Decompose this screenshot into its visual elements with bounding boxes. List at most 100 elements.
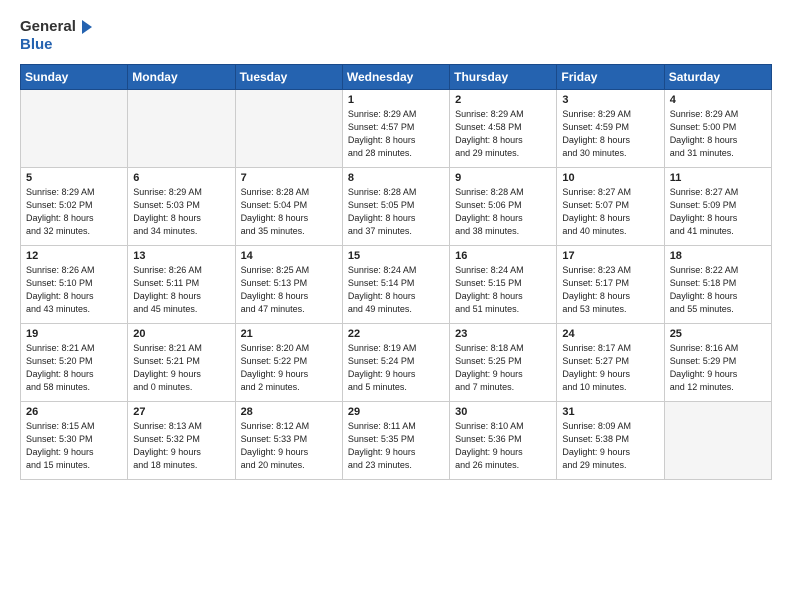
day-info: Sunrise: 8:22 AMSunset: 5:18 PMDaylight:… <box>670 264 766 316</box>
calendar-cell: 6Sunrise: 8:29 AMSunset: 5:03 PMDaylight… <box>128 167 235 245</box>
calendar-cell: 18 Sunrise: 8:22 AMSunset: 5:18 PMDayligh… <box>664 245 771 323</box>
day-number: 29 <box>348 406 444 418</box>
calendar-cell: 24 Sunrise: 8:17 AMSunset: 5:27 PMDayligh… <box>557 323 664 401</box>
day-number: 31 <box>562 406 658 418</box>
calendar-cell: 13 Sunrise: 8:26 AMSunset: 5:11 PMDayligh… <box>128 245 235 323</box>
day-number: 15 <box>348 250 444 262</box>
day-info: Sunrise: 8:13 AMSunset: 5:32 PMDaylight:… <box>133 420 229 472</box>
calendar-cell: 19 Sunrise: 8:21 AMSunset: 5:20 PMDayligh… <box>21 323 128 401</box>
calendar-cell: 16 Sunrise: 8:24 AMSunset: 5:15 PMDayligh… <box>450 245 557 323</box>
calendar-cell: 10 Sunrise: 8:27 AMSunset: 5:07 PMDayligh… <box>557 167 664 245</box>
calendar-cell: 20 Sunrise: 8:21 AMSunset: 5:21 PMDayligh… <box>128 323 235 401</box>
day-number: 16 <box>455 250 551 262</box>
weekday-header-row: SundayMondayTuesdayWednesdayThursdayFrid… <box>21 64 772 89</box>
day-info: Sunrise: 8:29 AMSunset: 4:57 PMDaylight:… <box>348 108 444 160</box>
day-number: 1 <box>348 94 444 106</box>
calendar-cell <box>235 89 342 167</box>
day-number: 19 <box>26 328 122 340</box>
day-number: 7 <box>241 172 337 184</box>
day-number: 18 <box>670 250 766 262</box>
calendar-cell: 31 Sunrise: 8:09 AMSunset: 5:38 PMDayligh… <box>557 401 664 479</box>
day-number: 17 <box>562 250 658 262</box>
day-number: 9 <box>455 172 551 184</box>
day-info: Sunrise: 8:29 AMSunset: 5:03 PMDaylight:… <box>133 186 229 238</box>
logo-blue-text: Blue <box>20 36 53 53</box>
logo-flag-icon <box>78 18 96 36</box>
day-number: 27 <box>133 406 229 418</box>
day-info: Sunrise: 8:28 AMSunset: 5:05 PMDaylight:… <box>348 186 444 238</box>
calendar-cell: 26 Sunrise: 8:15 AMSunset: 5:30 PMDayligh… <box>21 401 128 479</box>
calendar-cell: 4 Sunrise: 8:29 AMSunset: 5:00 PMDaylight… <box>664 89 771 167</box>
calendar-cell: 21 Sunrise: 8:20 AMSunset: 5:22 PMDayligh… <box>235 323 342 401</box>
day-number: 2 <box>455 94 551 106</box>
calendar-cell: 22Sunrise: 8:19 AMSunset: 5:24 PMDayligh… <box>342 323 449 401</box>
day-info: Sunrise: 8:23 AMSunset: 5:17 PMDaylight:… <box>562 264 658 316</box>
day-number: 26 <box>26 406 122 418</box>
day-info: Sunrise: 8:27 AMSunset: 5:07 PMDaylight:… <box>562 186 658 238</box>
day-info: Sunrise: 8:29 AMSunset: 4:58 PMDaylight:… <box>455 108 551 160</box>
calendar-cell: 12 Sunrise: 8:26 AMSunset: 5:10 PMDayligh… <box>21 245 128 323</box>
weekday-header-tuesday: Tuesday <box>235 64 342 89</box>
day-info: Sunrise: 8:26 AMSunset: 5:10 PMDaylight:… <box>26 264 122 316</box>
logo: General Blue <box>20 18 96 54</box>
day-info: Sunrise: 8:12 AMSunset: 5:33 PMDaylight:… <box>241 420 337 472</box>
day-info: Sunrise: 8:28 AMSunset: 5:06 PMDaylight:… <box>455 186 551 238</box>
header: General Blue <box>20 18 772 54</box>
day-info: Sunrise: 8:24 AMSunset: 5:14 PMDaylight:… <box>348 264 444 316</box>
day-info: Sunrise: 8:09 AMSunset: 5:38 PMDaylight:… <box>562 420 658 472</box>
day-number: 21 <box>241 328 337 340</box>
day-info: Sunrise: 8:11 AMSunset: 5:35 PMDaylight:… <box>348 420 444 472</box>
day-number: 30 <box>455 406 551 418</box>
calendar-cell: 23Sunrise: 8:18 AMSunset: 5:25 PMDayligh… <box>450 323 557 401</box>
calendar-table: SundayMondayTuesdayWednesdayThursdayFrid… <box>20 64 772 480</box>
calendar-cell: 9 Sunrise: 8:28 AMSunset: 5:06 PMDaylight… <box>450 167 557 245</box>
day-info: Sunrise: 8:10 AMSunset: 5:36 PMDaylight:… <box>455 420 551 472</box>
week-row-3: 12 Sunrise: 8:26 AMSunset: 5:10 PMDayligh… <box>21 245 772 323</box>
week-row-1: 1 Sunrise: 8:29 AMSunset: 4:57 PMDaylight… <box>21 89 772 167</box>
day-info: Sunrise: 8:29 AMSunset: 4:59 PMDaylight:… <box>562 108 658 160</box>
logo-wordmark: General Blue <box>20 18 96 54</box>
calendar-cell <box>21 89 128 167</box>
day-info: Sunrise: 8:20 AMSunset: 5:22 PMDaylight:… <box>241 342 337 394</box>
day-number: 20 <box>133 328 229 340</box>
weekday-header-saturday: Saturday <box>664 64 771 89</box>
weekday-header-wednesday: Wednesday <box>342 64 449 89</box>
calendar-cell: 1 Sunrise: 8:29 AMSunset: 4:57 PMDaylight… <box>342 89 449 167</box>
calendar-cell: 28 Sunrise: 8:12 AMSunset: 5:33 PMDayligh… <box>235 401 342 479</box>
calendar-cell: 27 Sunrise: 8:13 AMSunset: 5:32 PMDayligh… <box>128 401 235 479</box>
day-number: 24 <box>562 328 658 340</box>
day-number: 10 <box>562 172 658 184</box>
calendar-cell: 15 Sunrise: 8:24 AMSunset: 5:14 PMDayligh… <box>342 245 449 323</box>
calendar-cell: 25Sunrise: 8:16 AMSunset: 5:29 PMDayligh… <box>664 323 771 401</box>
day-info: Sunrise: 8:26 AMSunset: 5:11 PMDaylight:… <box>133 264 229 316</box>
day-number: 12 <box>26 250 122 262</box>
day-info: Sunrise: 8:21 AMSunset: 5:21 PMDaylight:… <box>133 342 229 394</box>
day-number: 22 <box>348 328 444 340</box>
calendar-cell: 30 Sunrise: 8:10 AMSunset: 5:36 PMDayligh… <box>450 401 557 479</box>
calendar-cell: 17 Sunrise: 8:23 AMSunset: 5:17 PMDayligh… <box>557 245 664 323</box>
calendar-cell <box>128 89 235 167</box>
day-info: Sunrise: 8:29 AMSunset: 5:02 PMDaylight:… <box>26 186 122 238</box>
day-number: 13 <box>133 250 229 262</box>
day-number: 23 <box>455 328 551 340</box>
day-number: 28 <box>241 406 337 418</box>
day-info: Sunrise: 8:21 AMSunset: 5:20 PMDaylight:… <box>26 342 122 394</box>
day-number: 3 <box>562 94 658 106</box>
day-number: 4 <box>670 94 766 106</box>
calendar-cell: 3 Sunrise: 8:29 AMSunset: 4:59 PMDaylight… <box>557 89 664 167</box>
day-info: Sunrise: 8:24 AMSunset: 5:15 PMDaylight:… <box>455 264 551 316</box>
day-info: Sunrise: 8:27 AMSunset: 5:09 PMDaylight:… <box>670 186 766 238</box>
calendar-cell: 11Sunrise: 8:27 AMSunset: 5:09 PMDayligh… <box>664 167 771 245</box>
weekday-header-monday: Monday <box>128 64 235 89</box>
calendar-cell: 8 Sunrise: 8:28 AMSunset: 5:05 PMDaylight… <box>342 167 449 245</box>
day-number: 8 <box>348 172 444 184</box>
day-number: 14 <box>241 250 337 262</box>
week-row-2: 5Sunrise: 8:29 AMSunset: 5:02 PMDaylight… <box>21 167 772 245</box>
day-info: Sunrise: 8:29 AMSunset: 5:00 PMDaylight:… <box>670 108 766 160</box>
day-info: Sunrise: 8:15 AMSunset: 5:30 PMDaylight:… <box>26 420 122 472</box>
day-info: Sunrise: 8:16 AMSunset: 5:29 PMDaylight:… <box>670 342 766 394</box>
day-info: Sunrise: 8:17 AMSunset: 5:27 PMDaylight:… <box>562 342 658 394</box>
calendar-cell <box>664 401 771 479</box>
calendar-cell: 29 Sunrise: 8:11 AMSunset: 5:35 PMDayligh… <box>342 401 449 479</box>
weekday-header-thursday: Thursday <box>450 64 557 89</box>
